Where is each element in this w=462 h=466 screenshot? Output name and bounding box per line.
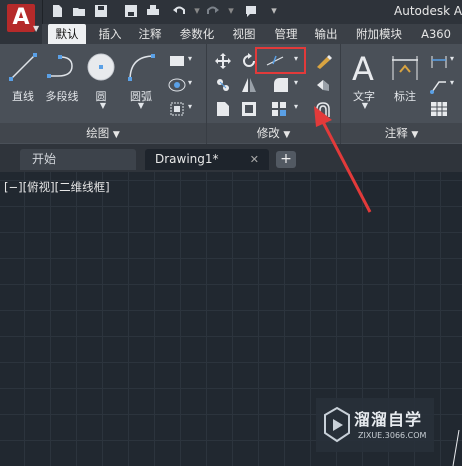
modify-panel-label: 修改 [256, 126, 280, 140]
annotation-arrow [314, 106, 372, 213]
open-icon[interactable] [72, 4, 86, 18]
tab-start[interactable]: 开始 [20, 149, 136, 170]
move-icon[interactable] [214, 52, 232, 70]
draw-panel-title[interactable]: 绘图 ▼ [0, 123, 206, 143]
saveas-icon[interactable] [124, 4, 138, 18]
tab-addins[interactable]: 附加模块 [350, 24, 408, 44]
tab-drawing1[interactable]: Drawing1* ✕ [145, 149, 269, 170]
svg-text:A: A [352, 50, 374, 84]
chevron-down-icon[interactable]: ▾ [292, 78, 300, 87]
tab-a360[interactable]: A360 [418, 24, 454, 44]
share-icon[interactable] [244, 4, 258, 18]
chevron-down-icon[interactable]: ▾ [270, 4, 278, 18]
chevron-down-icon[interactable]: ▾ [186, 102, 194, 111]
polyline-label[interactable]: 多段线 [42, 88, 82, 104]
chevron-down-icon[interactable]: ▼ [98, 101, 108, 110]
array-icon[interactable] [270, 100, 288, 118]
undo-icon[interactable] [172, 4, 186, 18]
boundary-icon[interactable] [168, 100, 186, 118]
new-icon[interactable] [50, 4, 64, 18]
draw-panel-label: 绘图 [86, 126, 110, 140]
dimension-label[interactable]: 标注 [390, 88, 420, 104]
autocad-logo-icon: A [7, 4, 35, 32]
erase-icon[interactable] [314, 52, 332, 70]
trim-highlight-box [255, 47, 306, 74]
close-icon[interactable]: ✕ [250, 149, 259, 170]
explode-icon[interactable] [314, 76, 332, 94]
chevron-down-icon: ▼ [33, 24, 40, 33]
print-icon[interactable] [146, 4, 160, 18]
chevron-down-icon[interactable]: ▾ [224, 4, 238, 18]
stretch-icon[interactable] [214, 100, 232, 118]
scale-icon[interactable] [240, 100, 258, 118]
polyline-icon[interactable] [46, 52, 76, 86]
tab-annotate[interactable]: 注释 [132, 24, 168, 44]
tab-default[interactable]: 默认 [48, 24, 86, 44]
tab-drawing1-label: Drawing1* [155, 152, 219, 166]
leader-icon[interactable] [430, 76, 448, 94]
tab-parametric[interactable]: 参数化 [174, 24, 220, 44]
window-title: Autodesk Aut [394, 4, 462, 18]
copy-icon[interactable] [214, 76, 232, 94]
fillet-icon[interactable] [272, 76, 290, 94]
text-icon[interactable]: A [350, 50, 380, 88]
tab-output[interactable]: 输出 [308, 24, 344, 44]
watermark: 溜溜自学 ZIXUE.3066.COM [316, 398, 434, 452]
chevron-down-icon[interactable]: ▾ [186, 54, 194, 63]
chevron-down-icon[interactable]: ▾ [448, 54, 456, 63]
line-icon[interactable] [8, 52, 38, 86]
table-icon[interactable] [430, 100, 448, 118]
line-label[interactable]: 直线 [6, 88, 40, 104]
chevron-down-icon: ▼ [411, 130, 419, 140]
save-icon[interactable] [94, 4, 108, 18]
tab-view[interactable]: 视图 [226, 24, 262, 44]
arc-icon[interactable] [126, 52, 156, 86]
rectangle-icon[interactable] [168, 52, 186, 70]
redo-icon[interactable] [206, 4, 220, 18]
watermark-subtitle: ZIXUE.3066.COM [358, 431, 427, 440]
watermark-logo-icon [324, 406, 350, 443]
crosshair-cursor-icon [452, 430, 460, 466]
linear-dimension-icon[interactable] [430, 52, 448, 70]
chevron-down-icon[interactable]: ▾ [190, 4, 204, 18]
chevron-down-icon[interactable]: ▾ [186, 78, 194, 87]
viewport-controls-label[interactable]: [−][俯视][二维线框] [4, 179, 110, 195]
chevron-down-icon[interactable]: ▾ [448, 78, 456, 87]
dimension-icon[interactable] [390, 54, 420, 88]
application-menu-button[interactable]: A ▼ [0, 0, 43, 44]
circle-icon[interactable] [86, 52, 116, 86]
tab-insert[interactable]: 插入 [92, 24, 128, 44]
annotation-panel-label: 注释 [384, 126, 408, 140]
new-tab-button[interactable]: + [276, 151, 296, 168]
mirror-icon[interactable] [240, 76, 258, 94]
hatch-icon[interactable] [168, 76, 186, 94]
chevron-down-icon: ▼ [283, 130, 291, 140]
chevron-down-icon[interactable]: ▾ [292, 102, 300, 111]
chevron-down-icon: ▼ [112, 130, 120, 140]
chevron-down-icon[interactable]: ▼ [136, 101, 146, 110]
watermark-title: 溜溜自学 [354, 410, 423, 429]
tab-manage[interactable]: 管理 [268, 24, 304, 44]
